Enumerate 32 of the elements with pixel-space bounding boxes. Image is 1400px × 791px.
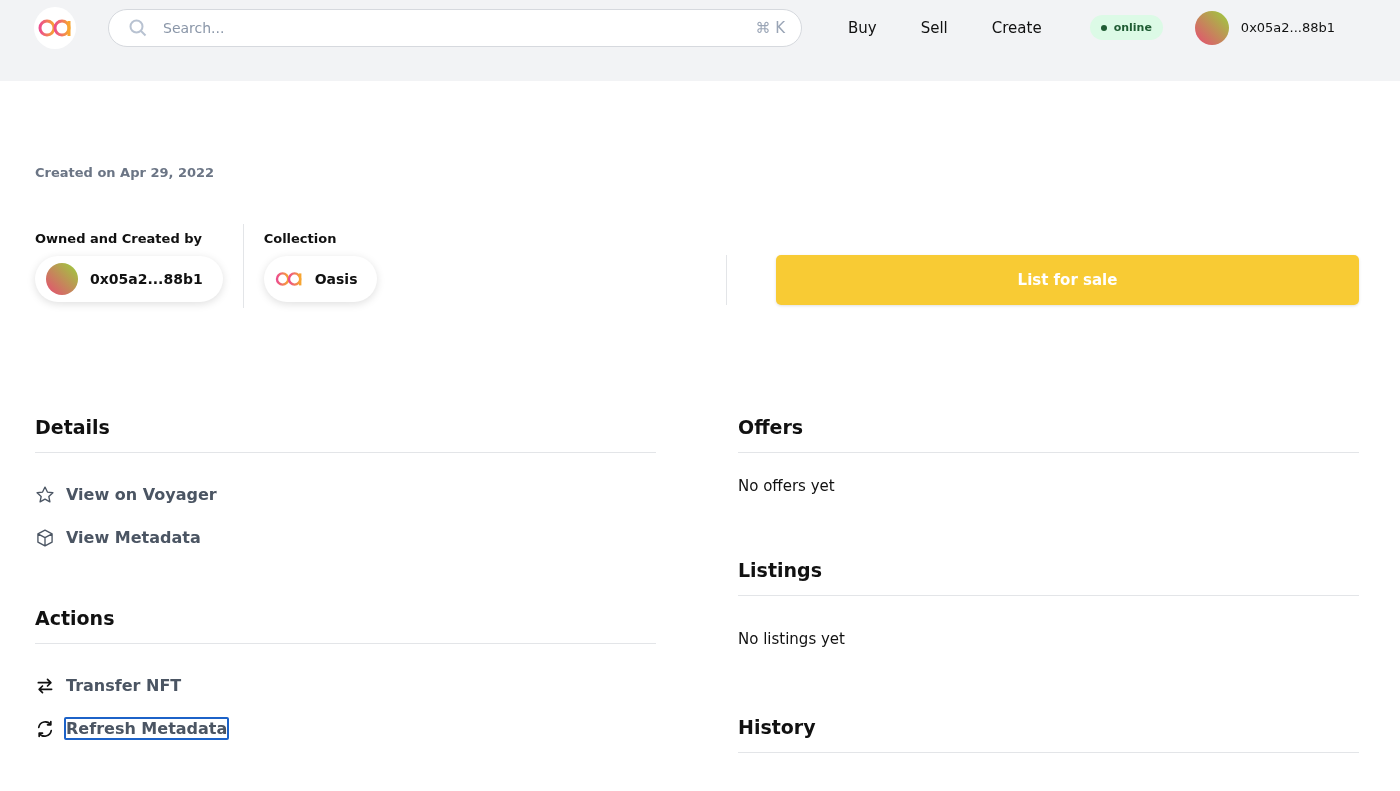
section-title: Listings xyxy=(738,559,1359,596)
swap-arrows-icon xyxy=(35,675,55,696)
created-date: Created on Apr 29, 2022 xyxy=(35,165,216,180)
details-link[interactable]: View on Voyager xyxy=(64,483,219,506)
nav-link[interactable]: Sell xyxy=(920,18,948,37)
star-icon xyxy=(35,484,55,505)
search-icon xyxy=(129,18,147,37)
collection-label: Collection xyxy=(263,230,338,246)
action-link[interactable]: Transfer NFT xyxy=(64,674,184,697)
section-title: Offers xyxy=(738,416,1359,453)
collection-chip[interactable]: Oasis xyxy=(263,255,378,302)
logo-icon xyxy=(274,270,303,287)
search-input[interactable]: Search... xyxy=(161,18,742,37)
cube-icon xyxy=(35,527,55,548)
empty-message: No listings yet xyxy=(738,630,846,648)
owner-label: Owned and Created by xyxy=(35,230,203,246)
details-link[interactable]: View Metadata xyxy=(64,526,203,549)
action-link[interactable]: Refresh Metadata xyxy=(64,717,230,740)
nav-link[interactable]: Create xyxy=(991,18,1042,37)
account-address[interactable]: 0x05a2...88b1 xyxy=(1240,20,1336,35)
section-title: Details xyxy=(35,416,656,453)
section-title: History xyxy=(738,716,1359,753)
section-title: Actions xyxy=(35,607,656,644)
status-badge: online xyxy=(1089,15,1163,40)
logo-icon[interactable] xyxy=(34,6,76,49)
shortcut-hint: ⌘ K xyxy=(755,18,785,37)
avatar[interactable] xyxy=(1194,10,1229,45)
refresh-icon xyxy=(35,718,55,739)
nav-link[interactable]: Buy xyxy=(848,18,877,37)
empty-message: No offers yet xyxy=(738,477,836,495)
avatar xyxy=(46,262,78,295)
owner-chip[interactable]: 0x05a2...88b1 xyxy=(35,255,223,302)
